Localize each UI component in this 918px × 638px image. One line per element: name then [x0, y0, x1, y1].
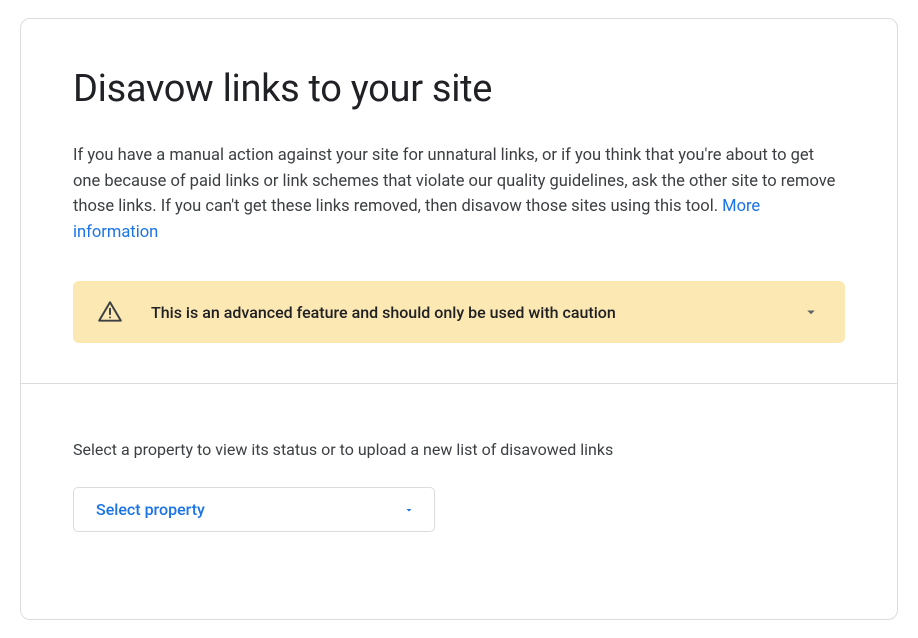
- page-title: Disavow links to your site: [73, 67, 845, 111]
- description-text: If you have a manual action against your…: [73, 143, 845, 245]
- warning-text: This is an advanced feature and should o…: [151, 303, 773, 322]
- top-section: Disavow links to your site If you have a…: [21, 19, 897, 383]
- warning-icon: [97, 299, 123, 325]
- property-select-dropdown[interactable]: Select property: [73, 487, 435, 532]
- chevron-down-icon: [801, 302, 821, 322]
- property-select-label: Select a property to view its status or …: [73, 440, 845, 459]
- warning-banner[interactable]: This is an advanced feature and should o…: [73, 281, 845, 343]
- dropdown-arrow-icon: [402, 503, 416, 517]
- disavow-card: Disavow links to your site If you have a…: [20, 18, 898, 620]
- property-select-text: Select property: [96, 500, 205, 519]
- property-section: Select a property to view its status or …: [21, 384, 897, 572]
